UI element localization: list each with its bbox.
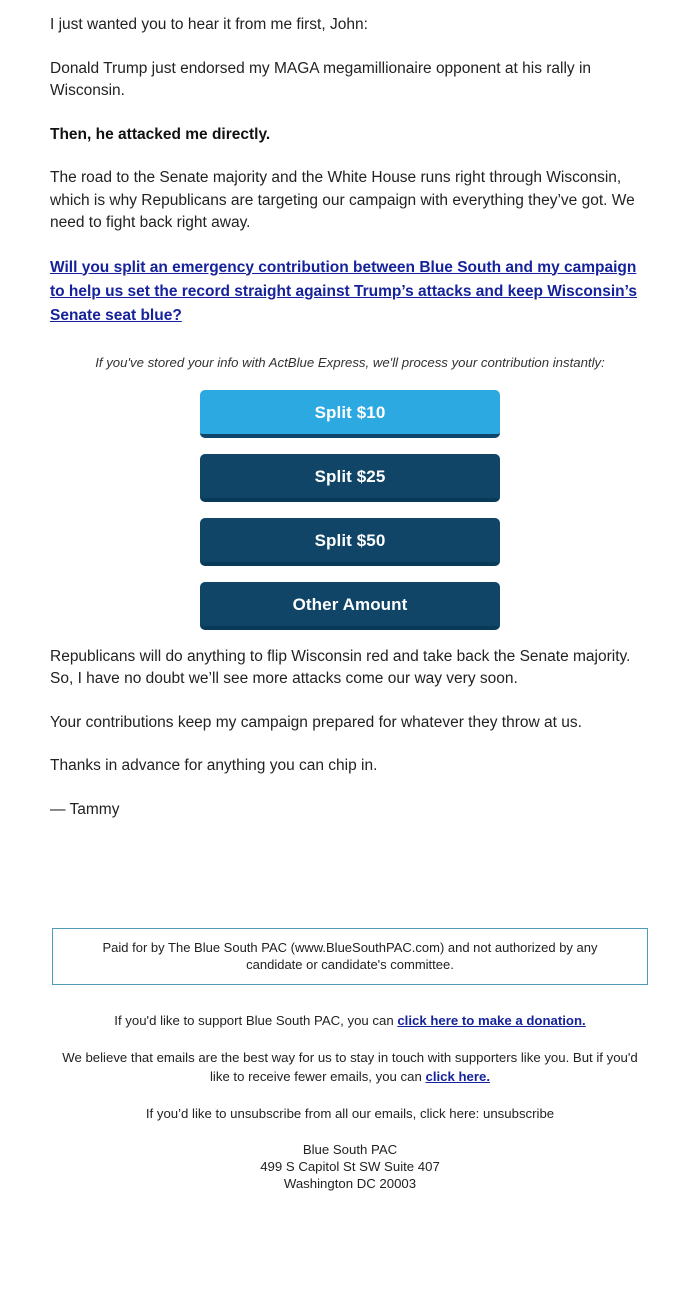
fewer-emails-link[interactable]: click here. xyxy=(425,1069,490,1084)
donate-button-split-25[interactable]: Split $25 xyxy=(200,453,500,502)
organization-address: Blue South PAC 499 S Capitol St SW Suite… xyxy=(62,1141,638,1192)
address-street: 499 S Capitol St SW Suite 407 xyxy=(260,1159,440,1174)
donate-button-split-50[interactable]: Split $50 xyxy=(200,517,500,566)
trump-endorsement-paragraph: Donald Trump just endorsed my MAGA megam… xyxy=(50,59,592,100)
support-text-prefix: If you'd like to support Blue South PAC,… xyxy=(114,1013,398,1028)
email-body: I just wanted you to hear it from me fir… xyxy=(0,0,700,1272)
make-donation-link[interactable]: click here to make a donation. xyxy=(397,1013,585,1028)
paid-for-disclaimer: Paid for by The Blue South PAC (www.Blue… xyxy=(52,928,648,985)
ask-link-container: Will you split an emergency contribution… xyxy=(50,256,650,328)
split-contribution-link[interactable]: Will you split an emergency contribution… xyxy=(50,259,637,324)
actblue-express-note: If you've stored your info with ActBlue … xyxy=(95,354,605,370)
donate-button-split-10[interactable]: Split $10 xyxy=(200,389,500,438)
thanks-paragraph: Thanks in advance for anything you can c… xyxy=(50,757,378,774)
signature-line: — Tammy xyxy=(50,800,120,818)
unsubscribe-text[interactable]: If you’d like to unsubscribe from all ou… xyxy=(62,1104,638,1123)
disclaimer-line-1: Paid for by The Blue South PAC (www.Blue… xyxy=(102,940,598,955)
donation-button-group: Split $10 Split $25 Split $50 Other Amou… xyxy=(200,389,500,630)
address-city: Washington DC 20003 xyxy=(283,1176,417,1191)
support-pac-text: If you'd like to support Blue South PAC,… xyxy=(62,1011,638,1030)
donate-button-other-amount[interactable]: Other Amount xyxy=(200,581,500,630)
attack-headline: Then, he attacked me directly. xyxy=(50,125,271,143)
org-name: Blue South PAC xyxy=(302,1142,398,1157)
contributions-paragraph: Your contributions keep my campaign prep… xyxy=(50,713,582,731)
republicans-paragraph: Republicans will do anything to flip Wis… xyxy=(50,647,631,688)
greeting-paragraph: I just wanted you to hear it from me fir… xyxy=(50,16,368,33)
road-to-senate-paragraph: The road to the Senate majority and the … xyxy=(50,169,635,231)
disclaimer-line-2: candidate or candidate's committee. xyxy=(246,956,454,972)
fewer-emails-text: We believe that emails are the best way … xyxy=(62,1048,638,1086)
fewer-emails-prefix: We believe that emails are the best way … xyxy=(62,1050,638,1084)
bottom-padding xyxy=(50,1192,650,1272)
email-footer: If you'd like to support Blue South PAC,… xyxy=(50,985,650,1192)
